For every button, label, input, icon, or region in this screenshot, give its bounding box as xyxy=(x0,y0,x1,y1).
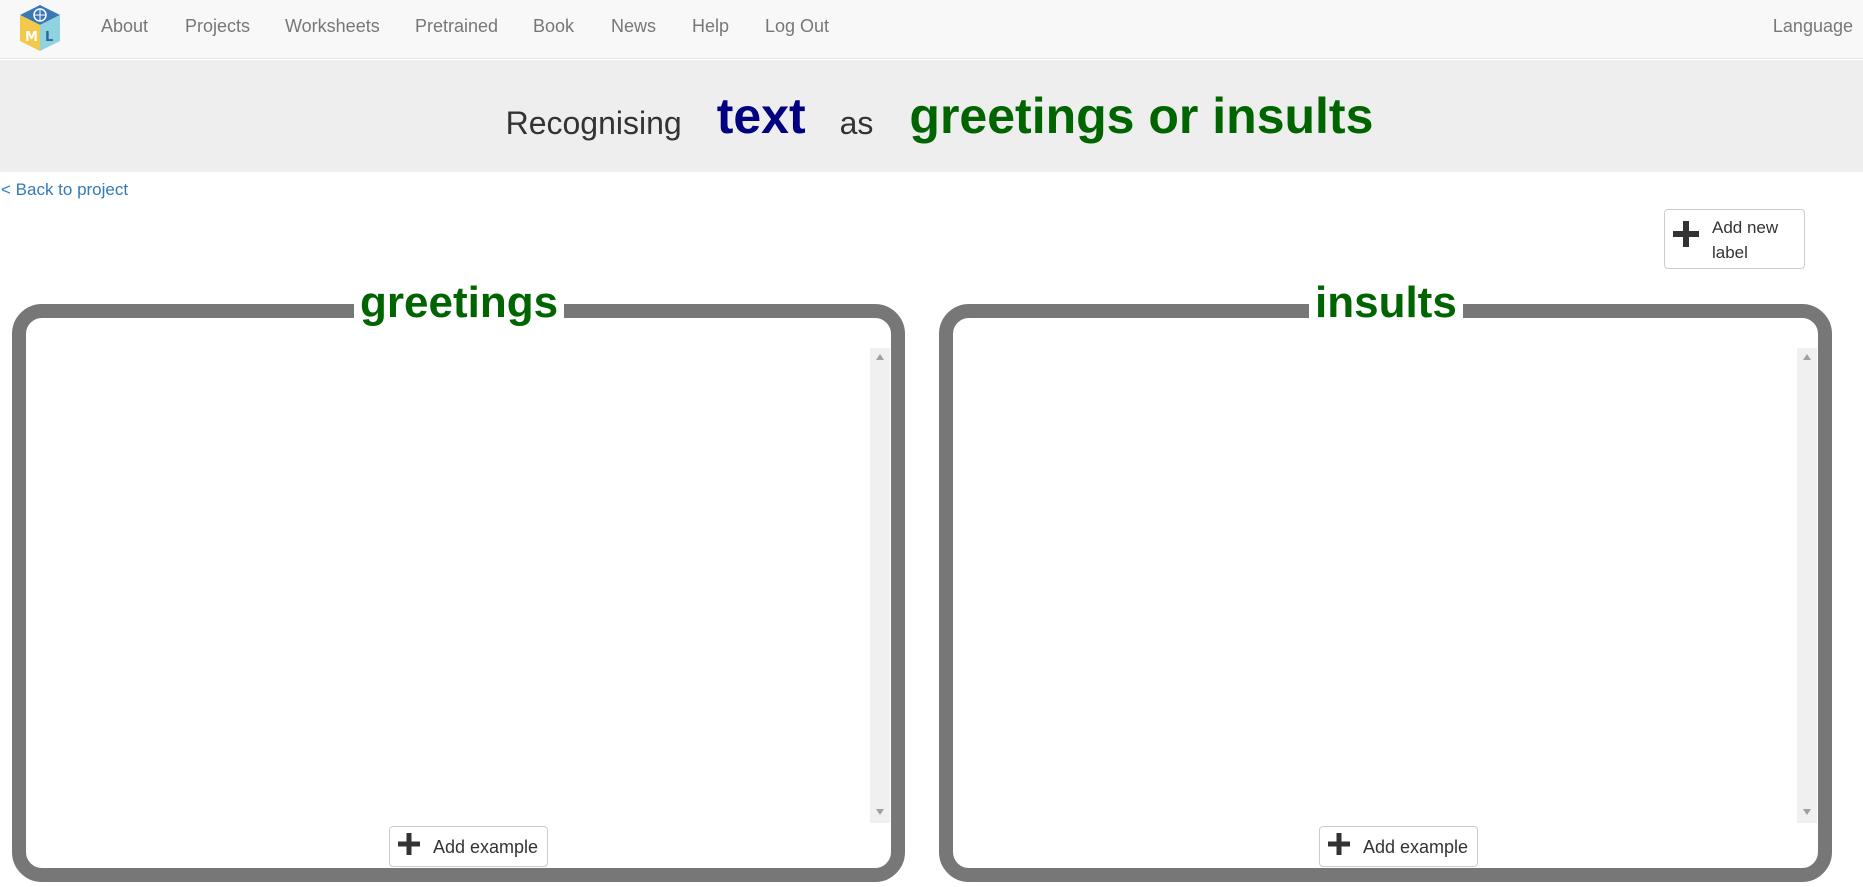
nav-log-out[interactable]: Log Out xyxy=(765,16,829,37)
add-new-label-text: Add new label xyxy=(1712,218,1779,262)
add-example-text: Add example xyxy=(433,837,539,857)
scroll-up-arrow-icon[interactable] xyxy=(1803,354,1811,360)
nav-news[interactable]: News xyxy=(611,16,656,37)
plus-icon xyxy=(1673,221,1699,247)
title-as: as xyxy=(839,104,874,141)
title-labels: greetings or insults xyxy=(909,88,1374,144)
bucket-title-insults: insults xyxy=(1309,278,1463,328)
title-project-type: text xyxy=(716,88,806,144)
bucket-scrollbar[interactable] xyxy=(870,348,890,823)
bucket-title-greetings: greetings xyxy=(354,278,565,328)
top-navbar: M L About Projects Worksheets Pretrained… xyxy=(0,0,1863,59)
nav-projects[interactable]: Projects xyxy=(185,16,250,37)
add-example-button-insults[interactable]: Add example xyxy=(1319,826,1478,867)
scroll-down-arrow-icon[interactable] xyxy=(1803,809,1811,815)
title-recognising: Recognising xyxy=(505,104,682,141)
label-bucket-insults: Add example xyxy=(939,304,1832,882)
logo-letter-m: M xyxy=(25,30,38,45)
logo-letter-l: L xyxy=(45,30,53,45)
plus-icon xyxy=(398,833,420,855)
nav-language[interactable]: Language xyxy=(1773,16,1853,37)
project-title: Recognising text as greetings or insults xyxy=(0,60,1863,172)
scroll-down-arrow-icon[interactable] xyxy=(876,809,884,815)
nav-book[interactable]: Book xyxy=(533,16,574,37)
nav-about[interactable]: About xyxy=(101,16,148,37)
add-new-label-button[interactable]: Add new label xyxy=(1664,209,1805,269)
add-example-button-greetings[interactable]: Add example xyxy=(389,826,548,867)
mlforkids-logo-icon[interactable]: M L xyxy=(17,3,63,53)
nav-worksheets[interactable]: Worksheets xyxy=(285,16,380,37)
nav-help[interactable]: Help xyxy=(692,16,729,37)
label-bucket-greetings: Add example xyxy=(12,304,905,882)
scroll-up-arrow-icon[interactable] xyxy=(876,354,884,360)
back-to-project-link[interactable]: < Back to project xyxy=(1,180,128,200)
plus-icon xyxy=(1328,833,1350,855)
add-example-text: Add example xyxy=(1363,837,1469,857)
bucket-scrollbar[interactable] xyxy=(1797,348,1817,823)
nav-pretrained[interactable]: Pretrained xyxy=(415,16,498,37)
project-title-banner: Recognising text as greetings or insults xyxy=(0,60,1863,172)
